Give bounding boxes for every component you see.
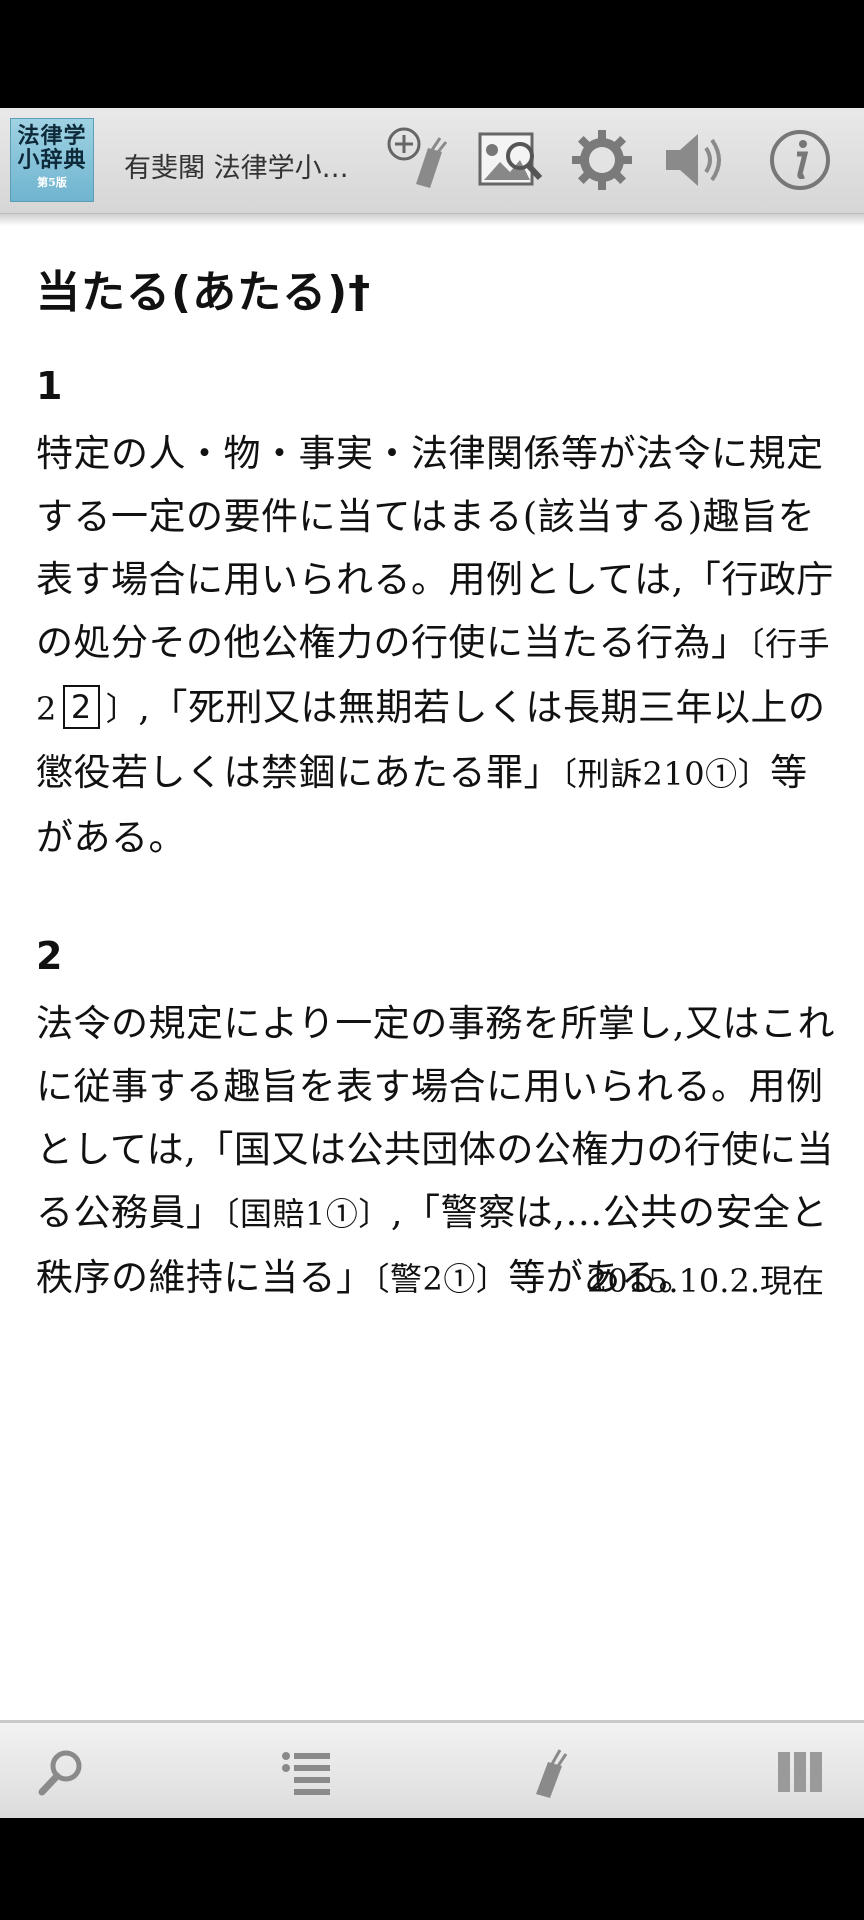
- image-search-icon: [478, 132, 543, 186]
- bottom-toolbar: [0, 1720, 864, 1818]
- section-number-1: 1: [36, 364, 63, 408]
- add-bookmark-icon: [387, 127, 448, 188]
- section-2-ref-1[interactable]: 〔国賠1①〕: [224, 1195, 391, 1233]
- entry-content: 当たる(あたる)† 1 特定の人・物・事実・法律関係等が法令に規定する一定の要件…: [0, 226, 864, 1720]
- logo-edition: 第5版: [37, 176, 67, 189]
- app-title: 有斐閣 法律学小…: [124, 153, 349, 184]
- speaker-icon: [666, 134, 721, 186]
- bookmark-button[interactable]: [512, 1735, 592, 1809]
- image-search-button[interactable]: [470, 120, 550, 200]
- sound-button[interactable]: [654, 120, 734, 200]
- logo-line-1: 法律学: [17, 123, 87, 149]
- entry-title: 当たる(あたる)†: [36, 267, 372, 318]
- date-note: 2015.10.2.現在: [586, 1262, 824, 1300]
- section-1-ref-2[interactable]: 〔刑訴210①〕: [561, 755, 770, 793]
- section-1-ref-1-box[interactable]: 2: [62, 685, 100, 729]
- top-toolbar: 法律学 小辞典 第5版 有斐閣 法律学小…: [0, 108, 864, 214]
- add-bookmark-button[interactable]: [380, 120, 460, 200]
- settings-button[interactable]: [562, 120, 642, 200]
- search-button[interactable]: [22, 1735, 102, 1809]
- columns-icon: [778, 1752, 822, 1792]
- toolbar-shadow: [0, 214, 864, 226]
- list-icon: [282, 1752, 330, 1795]
- info-button[interactable]: [760, 120, 840, 200]
- section-1-ref-1-close: 〕: [105, 690, 139, 728]
- bookmark-icon: [536, 1749, 568, 1798]
- section-1-text-a: 特定の人・物・事実・法律関係等が法令に規定する一定の要件に当てはまる(該当する)…: [36, 432, 834, 664]
- logo-line-2: 小辞典: [17, 147, 87, 173]
- list-button[interactable]: [266, 1735, 346, 1809]
- system-nav-bar: [0, 1818, 864, 1920]
- search-icon: [38, 1750, 82, 1796]
- section-text-1: 特定の人・物・事実・法律関係等が法令に規定する一定の要件に当てはまる(該当する)…: [36, 422, 836, 869]
- section-2-ref-2[interactable]: 〔警2①〕: [374, 1260, 509, 1298]
- columns-button[interactable]: [760, 1735, 840, 1809]
- status-bar: [0, 0, 864, 108]
- gear-icon: [572, 130, 632, 190]
- app-logo[interactable]: 法律学 小辞典 第5版: [10, 118, 94, 202]
- section-number-2: 2: [36, 934, 63, 978]
- info-icon: [770, 130, 830, 190]
